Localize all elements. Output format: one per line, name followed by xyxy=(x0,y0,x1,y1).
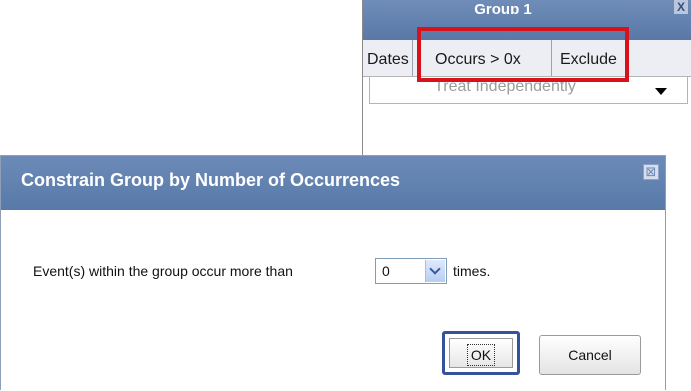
sentence-suffix: times. xyxy=(453,263,491,279)
occurrences-select[interactable]: 0 xyxy=(375,258,447,284)
ok-button-label: OK xyxy=(467,344,495,366)
group-title: Group 1 xyxy=(474,1,532,14)
cancel-button[interactable]: Cancel xyxy=(539,335,641,375)
close-icon[interactable]: X xyxy=(674,0,688,14)
dialog-titlebar[interactable]: Constrain Group by Number of Occurrences… xyxy=(1,156,665,210)
ok-button[interactable]: OK xyxy=(442,331,520,375)
chevron-down-icon[interactable] xyxy=(655,88,667,95)
tab-dates[interactable]: Dates xyxy=(363,40,413,76)
highlight-box xyxy=(417,27,629,82)
chevron-down-icon[interactable] xyxy=(425,260,445,282)
sentence-prefix: Event(s) within the group occur more tha… xyxy=(33,263,293,279)
close-icon[interactable]: ⊠ xyxy=(643,164,659,180)
dialog-title: Constrain Group by Number of Occurrences xyxy=(21,170,401,190)
constrain-dialog: Constrain Group by Number of Occurrences… xyxy=(0,155,666,391)
dialog-body: Event(s) within the group occur more tha… xyxy=(1,210,665,391)
occurrences-value: 0 xyxy=(382,263,390,279)
